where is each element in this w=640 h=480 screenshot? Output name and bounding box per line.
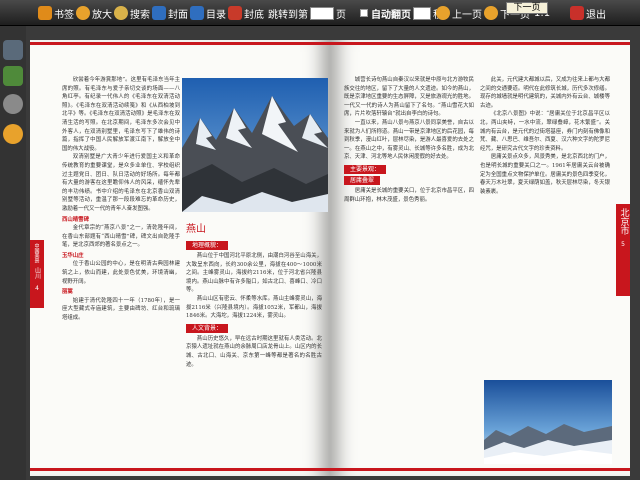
autoflip-checkbox[interactable] bbox=[360, 9, 368, 17]
page-number-input[interactable] bbox=[310, 6, 334, 20]
arrow-right-icon bbox=[484, 6, 498, 20]
heading-main-sights: 主要景观： bbox=[344, 164, 387, 174]
paragraph: 居庸关景点众多，风景秀美，是北京西北的门户，也是明长城的重要关口之一。1961年… bbox=[480, 154, 610, 195]
subheading-yuhua: 玉华山庄 bbox=[62, 252, 84, 259]
sea-of-clouds-photo bbox=[484, 380, 612, 464]
paragraph: 双清别墅是广大青少年进行爱国主义和革命传统教育的重要课堂，是众多业单位、学校组织… bbox=[62, 154, 180, 212]
left-column-2: 地理概貌： 燕山位于中国河北平原北侧，由潮白河谷至山海关，大致呈东西向，长约30… bbox=[186, 238, 322, 468]
exit-label: 退出 bbox=[586, 9, 606, 21]
left-column-1: 欣尝着今年游賞那地”。这里有毛泽东当年主席的照。有毛泽东与爱子亲切交谈的场面——… bbox=[62, 76, 180, 468]
paragraph: 城营长诗句燕山自秦汉以来就是中原与北方游牧民族交往的地区，留下了大量的人文遗迹。… bbox=[344, 77, 474, 118]
search-label: 搜索 bbox=[130, 9, 150, 21]
paragraph: 居庸关是长城的重要关口，位于北京市昌平区，四周群山环抱，林木茂盛，景色秀丽。 bbox=[344, 187, 474, 203]
paragraph: 欣尝着今年游賞那地”。这里有毛泽东当年主席的照。有毛泽东与爱子亲切交谈的场面——… bbox=[62, 77, 180, 152]
paragraph: 位于香山公园的中心，是在明清古典园林建筑之上，依山而建，此处景色优美，环境清幽，… bbox=[62, 261, 180, 285]
cover-icon bbox=[152, 6, 166, 20]
prev-page-label: 上一页 bbox=[452, 9, 482, 21]
right-page-number: 5 bbox=[621, 241, 625, 248]
bottom-border-line bbox=[30, 468, 330, 471]
bookmark-icon bbox=[38, 6, 52, 20]
search-button[interactable]: 搜索 bbox=[114, 3, 150, 23]
side-tools bbox=[0, 26, 26, 480]
paragraph: 燕山历史悠久，早在远古时期这里就有人类活动。北京猿人遗址就在燕山的余脉周口店龙骨… bbox=[186, 335, 322, 368]
cover-button[interactable]: 封面 bbox=[152, 3, 188, 23]
left-page-tab: 中国美景 山川 4 bbox=[30, 240, 44, 308]
page-unit-label: 页 bbox=[336, 9, 346, 21]
mountain-photo bbox=[182, 78, 328, 212]
right-tab-title: 北京市 bbox=[618, 208, 629, 235]
tab-title: 山川 bbox=[33, 267, 41, 279]
zoom-icon bbox=[76, 6, 90, 20]
paragraph: 一直以来，燕山八景与燕京八景同享美誉，自古以来就为人们所称道。燕山一带是京津地区… bbox=[344, 119, 474, 161]
paragraph: 燕山山区有密云、怀柔等水库。燕山主峰雾灵山，海拔2116米（兴隆县境内）。海拔1… bbox=[186, 295, 322, 320]
prev-page-button[interactable]: 上一页 bbox=[436, 3, 482, 23]
close-icon bbox=[570, 6, 584, 20]
jump-to-page: 跳转到第 页 bbox=[268, 3, 346, 23]
paragraph: 燕山位于中国河北平原北侧，由潮白河谷至山海关，大致呈东西向，长约300余公里，海… bbox=[186, 253, 322, 294]
next-page-tooltip: 下一页 bbox=[506, 2, 548, 14]
subheading-xishan: 西山晴雪碑 bbox=[62, 216, 89, 223]
search-icon bbox=[114, 6, 128, 20]
left-page[interactable]: 中国美景 山川 4 欣尝着今年游賞那地”。这里有毛泽东当年主席的照。有毛泽东与爱… bbox=[30, 40, 330, 476]
cover-label: 封面 bbox=[168, 9, 188, 21]
section-title-yanshan: 燕山 bbox=[186, 224, 206, 235]
thumbnail-icon[interactable] bbox=[3, 40, 23, 60]
info-icon[interactable] bbox=[3, 124, 23, 144]
autoflip-control: 自动翻页 秒 bbox=[360, 3, 443, 23]
image-icon[interactable] bbox=[3, 66, 23, 86]
back-cover-icon bbox=[228, 6, 242, 20]
subheading-lisong: 丽嵩 bbox=[62, 289, 73, 296]
right-page-tab: 北京市 5 bbox=[616, 204, 630, 296]
subheading-juyong: 居庸叠翠 bbox=[344, 175, 381, 185]
toc-label: 目录 bbox=[206, 9, 226, 21]
heading-culture: 人文背景： bbox=[186, 323, 229, 333]
right-column-1: 城营长诗句燕山自秦汉以来就是中原与北方游牧民族交往的地区，留下了大量的人文遗迹。… bbox=[344, 76, 474, 470]
tab-series: 中国美景 bbox=[33, 243, 40, 263]
autoflip-label: 自动翻页 bbox=[371, 9, 411, 21]
zoom-button[interactable]: 放大 bbox=[76, 3, 112, 23]
top-border-line bbox=[330, 42, 630, 45]
zoom-label: 放大 bbox=[92, 9, 112, 21]
back-cover-label: 封底 bbox=[244, 9, 264, 21]
jump-to-label: 跳转到第 bbox=[268, 9, 308, 21]
bookmark-label: 书签 bbox=[54, 9, 74, 21]
heading-geography: 地理概貌： bbox=[186, 241, 229, 250]
gear-icon[interactable] bbox=[3, 94, 23, 114]
arrow-left-icon bbox=[436, 6, 450, 20]
left-page-number: 4 bbox=[35, 285, 39, 292]
autoflip-seconds-input[interactable] bbox=[413, 6, 431, 20]
paragraph: 《北京八景图》中说：“居庸关位于北京昌平区以北，两山夹峙，一水中流，翠绿叠嶂，花… bbox=[480, 111, 610, 152]
right-page[interactable]: 北京市 5 城营长诗句燕山自秦汉以来就是中原与北方游牧民族交往的地区，留下了大量… bbox=[330, 40, 630, 476]
exit-button[interactable]: 退出 bbox=[570, 3, 606, 23]
paragraph: 始建于清代乾隆四十一年（1780年），是一座大型藏式寺庙建筑，主要由碑坊、红台和… bbox=[62, 297, 180, 322]
top-border-line bbox=[30, 42, 330, 45]
bookmark-button[interactable]: 书签 bbox=[38, 3, 74, 23]
right-column-2: 此关，元代建大都城以后，又成为往来上都与大都之间的交通要道。明代在此修筑长城，历… bbox=[480, 76, 610, 376]
reader-toolbar: 书签 放大 搜索 封面 目录 封底 跳转到第 页 自动翻页 秒 上一页 下一页 … bbox=[0, 0, 640, 26]
paragraph: 此关，元代建大都城以后，又成为往来上都与大都之间的交通要道。明代在此修筑长城，历… bbox=[480, 77, 610, 109]
book-spread: 中国美景 山川 4 欣尝着今年游賞那地”。这里有毛泽东当年主席的照。有毛泽东与爱… bbox=[30, 40, 630, 476]
paragraph: 金代章宗的“燕京八景”之一，清乾隆年间，在香山东部题有“西山晴雪”碑，碑文出自乾… bbox=[62, 225, 180, 249]
toc-icon bbox=[190, 6, 204, 20]
back-cover-button[interactable]: 封底 bbox=[228, 3, 264, 23]
toc-button[interactable]: 目录 bbox=[190, 3, 226, 23]
